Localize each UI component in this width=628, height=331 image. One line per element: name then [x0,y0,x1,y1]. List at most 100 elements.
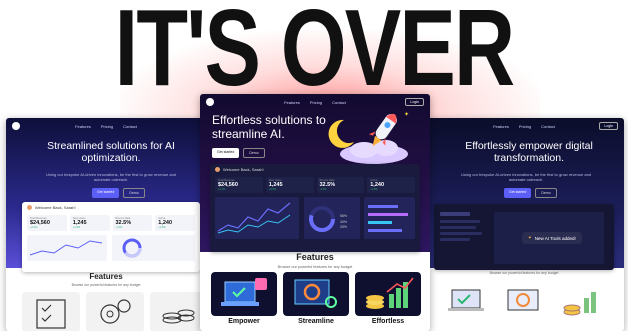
stat-delta: +4.3% [72,226,81,229]
stat-delta: +4.3% [268,188,277,191]
right-features-subtitle: Browse our powerful features for any bud… [489,271,559,275]
checklist-sketch-icon [36,299,66,329]
logo-icon [12,122,20,130]
card-label-effortless: Effortless [371,318,405,325]
get-started-button[interactable]: Get started [504,188,532,198]
gear-monitor-icon [294,279,337,308]
nav-features[interactable]: Features [493,124,509,129]
center-hero: Features Pricing Contact Login Effortles… [200,94,430,252]
notification-toast[interactable]: ✦ New AI Tools added! [522,232,582,244]
left-nav: Features Pricing Contact [6,118,206,134]
feature-card[interactable] [500,280,550,322]
feature-card-streamline[interactable] [283,272,349,316]
stat-card: Bounce Rate 32.5% -1.2% [316,177,365,193]
nav-pricing[interactable]: Pricing [310,100,322,105]
feature-card[interactable] [22,292,80,331]
right-screenshot: Features Pricing Contact Login Effortles… [424,118,624,331]
center-charts [215,197,415,239]
laptop-check-icon [221,278,267,306]
coins-growth-icon [366,277,414,309]
gear-monitor-icon [507,289,539,311]
feature-card[interactable] [444,280,494,322]
center-features-subtitle: Browse our powerful features for any bud… [277,265,353,269]
feature-card-effortless[interactable] [355,272,421,316]
headline: IT'S OVER [114,0,515,109]
nav-pricing[interactable]: Pricing [519,124,531,129]
percent-item: 56% [340,214,348,218]
left-dashboard: Welcome Back, Sarah! Total Revenue $24,56… [22,202,200,272]
right-hero: Features Pricing Contact Login Effortles… [424,118,624,270]
left-features-title: Features [89,272,123,281]
rocket-illustration: ✦ ✦ [328,111,409,164]
left-hero: Features Pricing Contact Streamlined sol… [6,118,206,272]
logo-icon [206,98,214,106]
toast-text: New AI Tools added! [534,235,576,241]
dashboard-header: Welcome Back, Sarah! [210,164,420,175]
coins-sketch-icon [162,309,195,324]
stat-delta: -1.2% [319,188,327,191]
center-screenshot: Features Pricing Contact Login Effortles… [200,94,430,331]
stat-card: Bounce Rate 32.5% -1.2% [112,215,153,231]
right-title: Effortlessly empower digital transformat… [465,140,593,165]
welcome-text: Welcome Back, Sarah! [35,205,76,210]
stat-card: New Users 1,245 +4.3% [69,215,110,231]
stat-delta: +1.8% [370,188,378,191]
laptop-check-icon [448,289,484,311]
dashboard-header: Welcome Back, Sarah! [22,202,200,213]
right-feature-cards [444,280,606,322]
thumbnail-canvas: IT'S OVER Features Pricing Contact Strea… [0,0,628,331]
center-cta: Get started Demo [212,148,265,158]
get-started-button[interactable]: Get started [92,188,120,198]
svg-text:✦: ✦ [404,111,409,118]
svg-text:✦: ✦ [334,142,338,148]
stat-row: Total Revenue $24,560 +2.1% New Users 1,245… [22,213,200,233]
stat-card: Active 1,240 +1.8% [155,215,195,231]
right-cta: Get started Demo [504,188,557,198]
percent-list: 56% 40% 25% [340,214,347,231]
feature-card[interactable] [150,292,206,331]
left-title: Streamlined solutions for AI optimizatio… [47,140,175,165]
center-title: Effortless solutions to streamline AI. [212,113,326,141]
left-screenshot: Features Pricing Contact Streamlined sol… [6,118,206,331]
nav-pricing[interactable]: Pricing [101,124,113,129]
nav-features[interactable]: Features [284,100,300,105]
stat-delta: -1.2% [115,226,123,229]
center-features-title: Features [296,252,334,262]
avatar [215,167,220,172]
demo-button[interactable]: Demo [535,188,557,198]
stat-card: Total Revenue $24,560 +2.1% [27,215,67,231]
stat-delta: +2.1% [30,226,38,229]
nav-features[interactable]: Features [75,124,91,129]
stat-card: New Users 1,245 +4.3% [265,177,314,193]
stat-card: Total Revenue $24,560 +2.1% [215,177,263,193]
feature-card[interactable] [556,280,606,322]
sparkle-icon: ✦ [528,235,532,240]
demo-button[interactable]: Demo [123,188,145,198]
welcome-text: Welcome Back, Sarah! [223,167,264,172]
stat-card: Active 1,240 +1.8% [367,177,415,193]
avatar [27,205,32,210]
left-chart [27,235,195,261]
left-feature-cards [22,292,206,331]
stat-row: Total Revenue $24,560 +2.1% New Users 1,245… [210,175,420,195]
coins-growth-icon [563,292,596,316]
nav-contact[interactable]: Contact [123,124,137,129]
login-button[interactable]: Login [599,122,618,130]
get-started-button[interactable]: Get started [212,148,240,158]
nav-contact[interactable]: Contact [541,124,555,129]
center-feature-cards [211,272,421,316]
feature-card[interactable] [86,292,144,331]
feature-card-empower[interactable] [211,272,277,316]
left-features-subtitle: Browse our powerful features for any bud… [71,283,141,287]
card-label-empower: Empower [228,318,260,325]
stat-delta: +1.8% [158,226,166,229]
right-subtitle: Using our bespoke AI-driven innovations,… [460,172,592,183]
percent-item: 25% [340,225,348,230]
left-cta: Get started Demo [92,188,145,198]
left-subtitle: Using our bespoke AI-driven innovations,… [45,172,177,183]
stat-delta: +2.1% [218,188,226,191]
gears-sketch-icon [100,299,131,324]
card-label-streamline: Streamline [298,318,334,325]
center-dashboard: Welcome Back, Sarah! Total Revenue $24,56… [210,164,420,252]
demo-button[interactable]: Demo [243,148,265,158]
